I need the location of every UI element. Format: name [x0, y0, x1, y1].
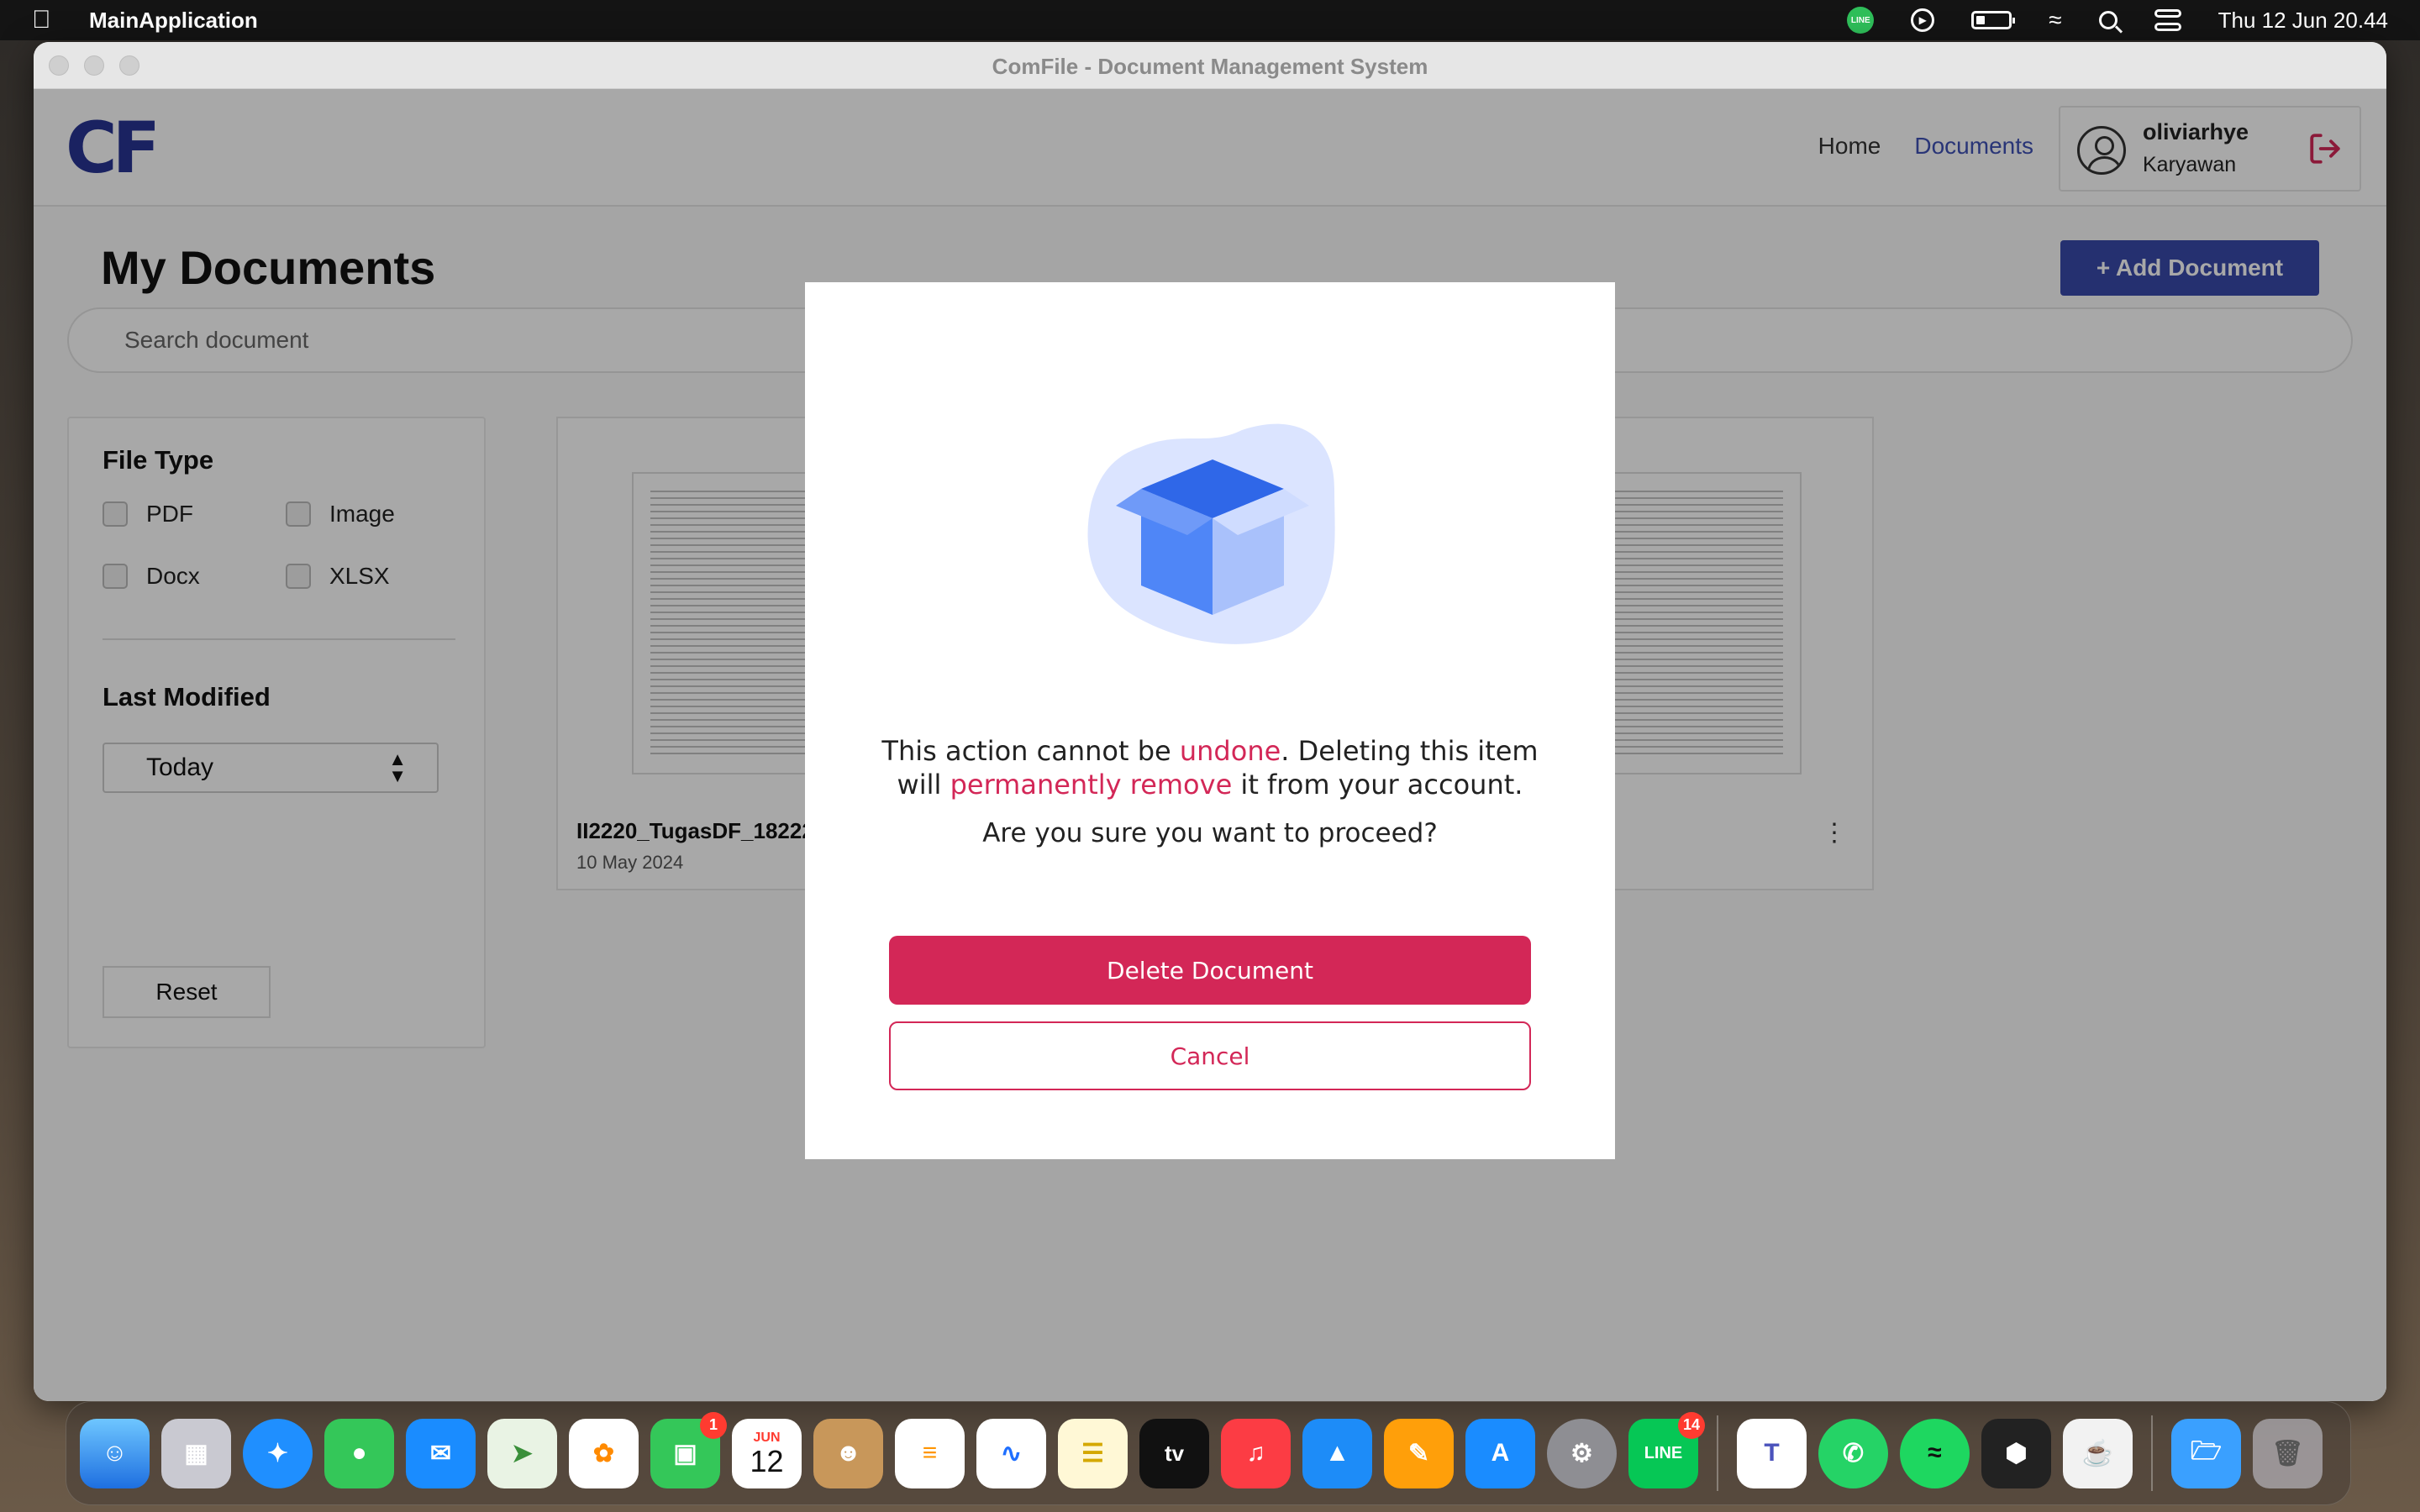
reminders-icon[interactable]: ≡: [895, 1418, 965, 1488]
warning-highlight-undone: undone: [1179, 735, 1281, 767]
delete-confirmation-dialog: This action cannot be undone. Deleting t…: [805, 282, 1615, 1159]
finder-icon[interactable]: ☺: [80, 1418, 150, 1488]
whatsapp-icon[interactable]: ✆: [1818, 1418, 1888, 1488]
wifi-icon[interactable]: ≈: [2049, 7, 2061, 34]
safari-icon[interactable]: ✦: [243, 1418, 313, 1488]
folder-icon[interactable]: 🗁: [2171, 1418, 2241, 1488]
spotify-icon[interactable]: ≈: [1900, 1418, 1970, 1488]
line-badge: 14: [1677, 1411, 1705, 1439]
warning-text-part: will: [897, 769, 950, 801]
warning-text-part: it from your account.: [1232, 769, 1523, 801]
pages-icon[interactable]: ✎: [1384, 1418, 1454, 1488]
spotlight-search-icon[interactable]: [2098, 11, 2118, 29]
delete-document-button[interactable]: Delete Document: [889, 936, 1531, 1005]
warning-highlight-permanently-remove: permanently remove: [950, 769, 1233, 801]
line-app-icon[interactable]: LINE 14: [1628, 1411, 1705, 1488]
open-box-icon: [1087, 423, 1335, 644]
music-icon[interactable]: ♫: [1221, 1418, 1291, 1488]
line-app-label: LINE: [1644, 1443, 1683, 1462]
app-store-icon[interactable]: A: [1465, 1418, 1535, 1488]
launchpad-icon[interactable]: ▦: [161, 1418, 231, 1488]
window-titlebar[interactable]: ComFile - Document Management System: [34, 42, 2386, 89]
freeform-icon[interactable]: ∿: [976, 1418, 1046, 1488]
teams-icon[interactable]: T: [1737, 1418, 1807, 1488]
calendar-icon[interactable]: JUN 12: [732, 1418, 802, 1488]
apple-tv-label: tv: [1164, 1440, 1185, 1466]
warning-text-part: . Deleting this item: [1281, 735, 1539, 767]
now-playing-icon[interactable]: ▶: [1911, 8, 1935, 32]
battery-icon[interactable]: [1971, 11, 2016, 29]
active-app-name[interactable]: MainApplication: [89, 8, 258, 34]
cube-app-icon[interactable]: ⬢: [1981, 1418, 2051, 1488]
keynote-icon[interactable]: ▲: [1302, 1418, 1372, 1488]
warning-text-part: This action cannot be: [881, 735, 1180, 767]
delete-warning-text: This action cannot be undone. Deleting t…: [855, 734, 1565, 801]
trash-icon[interactable]: 🗑: [2253, 1418, 2323, 1488]
messages-icon[interactable]: ●: [324, 1418, 394, 1488]
menu-bar-clock[interactable]: Thu 12 Jun 20.44: [2218, 8, 2388, 34]
dock-separator: [1717, 1415, 1718, 1491]
dock-separator: [2151, 1415, 2153, 1491]
mail-icon[interactable]: ✉: [406, 1418, 476, 1488]
facetime-badge: 1: [700, 1411, 727, 1439]
confirmation-question: Are you sure you want to proceed?: [982, 818, 1438, 848]
contacts-icon[interactable]: ☻: [813, 1418, 883, 1488]
control-center-icon[interactable]: [2154, 9, 2181, 31]
maps-icon[interactable]: ➤: [487, 1418, 557, 1488]
dock: ☺ ▦ ✦ ● ✉ ➤ ✿ ▣ 1 JUN 12 ☻ ≡ ∿ ☰ tv ♫ ▲ ✎ …: [66, 1401, 2351, 1505]
cancel-button[interactable]: Cancel: [889, 1021, 1531, 1090]
apple-tv-icon[interactable]: tv: [1139, 1418, 1209, 1488]
java-icon[interactable]: ☕: [2063, 1418, 2133, 1488]
calendar-day: 12: [750, 1444, 784, 1478]
window-title: ComFile - Document Management System: [992, 54, 1428, 79]
notes-icon[interactable]: ☰: [1058, 1418, 1128, 1488]
menu-bar:  MainApplication LINE ▶ ≈ Thu 12 Jun 20…: [0, 0, 2420, 40]
photos-icon[interactable]: ✿: [569, 1418, 639, 1488]
facetime-icon[interactable]: ▣ 1: [650, 1411, 727, 1488]
apple-menu-icon[interactable]: : [32, 6, 72, 34]
line-status-icon[interactable]: LINE: [1847, 7, 1875, 34]
system-settings-icon[interactable]: ⚙: [1547, 1418, 1617, 1488]
